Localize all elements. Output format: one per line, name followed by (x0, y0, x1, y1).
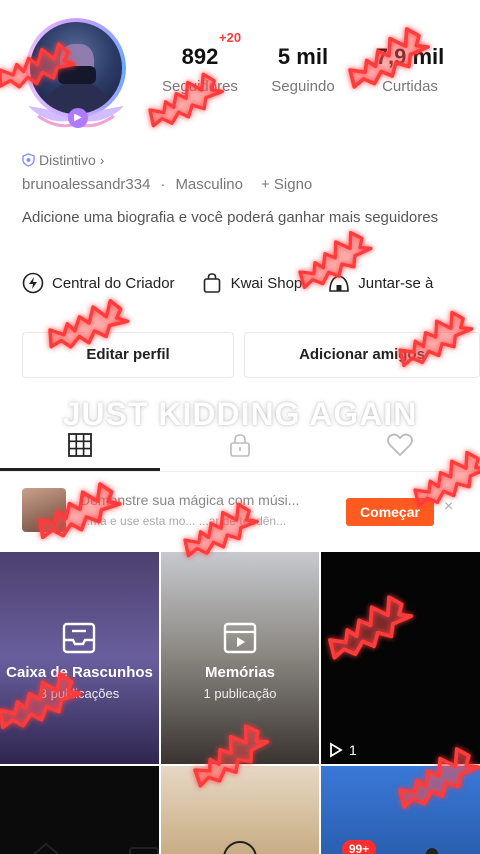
meta-separator: · (160, 176, 166, 193)
join-label: Juntar-se à (358, 274, 434, 292)
tent-icon (329, 275, 350, 292)
join-shortcut[interactable]: Juntar-se à (328, 268, 433, 298)
posts-grid: Caixa de Rascunhos 3 publicações Memória… (0, 552, 480, 854)
gender-tag[interactable]: Masculino (175, 176, 243, 193)
tab-liked[interactable] (380, 430, 420, 460)
followers-new-badge: +20 (219, 30, 242, 45)
badge-shield-icon (22, 153, 35, 167)
lock-icon (230, 434, 250, 457)
username: brunoalessandr334 (22, 176, 151, 193)
bottom-nav (0, 840, 480, 854)
followers-count: 892 (181, 44, 219, 69)
likes-label: Curtidas (382, 78, 438, 95)
promo-subtitle: ...ma e use esta mo... ...ar de tendên..… (80, 514, 287, 528)
promo-title: Demonstre sua mágica com músi... (80, 492, 300, 508)
creator-center-label: Central do Criador (52, 274, 175, 292)
followers-label: Seguidores (162, 78, 238, 95)
profile-stats: 892 Seguidores +20 5 mil Seguindo 7,9 mi… (150, 30, 480, 104)
profile-meta: brunoalessandr334 · Masculino + Signo (22, 176, 312, 193)
video-tile[interactable]: 1 (321, 552, 480, 764)
tab-posts[interactable] (60, 430, 100, 460)
add-sign-button[interactable]: + Signo (261, 176, 312, 193)
memories-count: 1 publicação (203, 686, 277, 701)
music-promo-banner[interactable]: Demonstre sua mágica com músi... ...ma e… (22, 486, 480, 536)
likes-count: 7,9 mil (375, 44, 445, 69)
bio-prompt[interactable]: Adicione uma biografia e você poderá gan… (22, 208, 442, 228)
drafts-tile[interactable]: Caixa de Rascunhos 3 publicações (0, 552, 159, 764)
tab-private[interactable] (220, 430, 260, 460)
kwai-shop-shortcut[interactable]: Kwai Shop (201, 268, 303, 298)
grid-icon (68, 433, 92, 457)
close-icon[interactable]: × (444, 498, 453, 516)
kwai-shop-label: Kwai Shop (230, 274, 303, 292)
drafts-label: Caixa de Rascunhos (6, 664, 153, 681)
followers-stat[interactable]: 892 Seguidores +20 (145, 30, 255, 95)
bag-icon (203, 273, 220, 293)
memories-icon (223, 622, 257, 654)
likes-stat[interactable]: 7,9 mil Curtidas (355, 44, 465, 95)
heart-icon (387, 433, 413, 457)
distintivo-link[interactable]: Distintivo › (22, 152, 104, 168)
overlay-caption: JUST KIDDING AGAIN (62, 396, 418, 432)
play-count: 1 (329, 742, 357, 758)
following-stat[interactable]: 5 mil Seguindo (248, 44, 358, 95)
add-friends-button[interactable]: Adicionar amigos (244, 332, 480, 378)
profile-avatar[interactable]: ▶ (18, 12, 134, 132)
play-icon (330, 742, 343, 758)
following-label: Seguindo (271, 78, 335, 95)
start-button[interactable]: Começar (346, 498, 434, 526)
chevron-right-icon: › (99, 152, 105, 168)
play-count-value: 1 (349, 742, 357, 758)
distintivo-label: Distintivo (39, 152, 96, 168)
notification-badge: 99+ (342, 840, 376, 854)
promo-thumbnail (22, 488, 66, 532)
following-count: 5 mil (277, 44, 329, 69)
inbox-icon (62, 622, 96, 654)
active-tab-indicator (0, 468, 160, 471)
play-badge-icon: ▶ (68, 108, 88, 128)
memories-tile[interactable]: Memórias 1 publicação (161, 552, 319, 764)
drafts-count: 3 publicações (39, 686, 120, 701)
creator-center-shortcut[interactable]: Central do Criador (22, 268, 175, 298)
edit-profile-button[interactable]: Editar perfil (22, 332, 234, 378)
bottom-nav-icons (33, 841, 438, 854)
shortcut-row: Central do Criador Kwai Shop Juntar-se à (22, 268, 480, 298)
lightning-icon (22, 272, 44, 294)
memories-label: Memórias (204, 664, 276, 681)
